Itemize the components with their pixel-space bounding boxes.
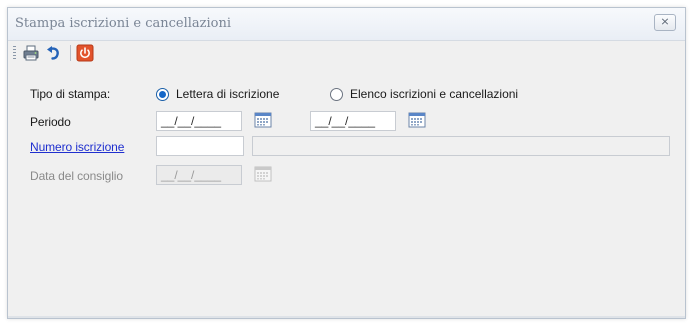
print-button[interactable]: [22, 44, 40, 62]
registration-description-field: [252, 136, 670, 156]
title-bar[interactable]: Stampa iscrizioni e cancellazioni ⨯: [8, 8, 685, 41]
radio-elenco-iscrizioni-label[interactable]: Elenco iscrizioni e cancellazioni: [350, 87, 518, 101]
dialog-window: Stampa iscrizioni e cancellazioni ⨯ Tipo…: [7, 7, 686, 319]
close-icon: ⨯: [660, 16, 670, 28]
period-from-calendar-button[interactable]: [254, 112, 272, 128]
period-to-calendar-button[interactable]: [408, 112, 426, 128]
close-button[interactable]: ⨯: [654, 14, 676, 31]
toolbar-separator: [70, 45, 71, 61]
window-title: Stampa iscrizioni e cancellazioni: [15, 16, 232, 31]
toolbar-grip-icon[interactable]: [13, 46, 16, 60]
radio-elenco-iscrizioni[interactable]: [330, 88, 343, 101]
radio-lettera-iscrizione-label[interactable]: Lettera di iscrizione: [176, 87, 279, 101]
calendar-icon: [254, 112, 272, 128]
exit-button[interactable]: [76, 44, 94, 62]
registration-number-field[interactable]: [156, 136, 244, 156]
calendar-icon: [408, 112, 426, 128]
window-bottom-border: [8, 316, 685, 318]
undo-icon: [47, 46, 59, 60]
power-icon: [76, 44, 94, 62]
radio-lettera-iscrizione[interactable]: [156, 88, 169, 101]
print-icon: [23, 45, 39, 61]
period-from-field[interactable]: __/__/____: [156, 111, 242, 131]
council-date-field: __/__/____: [156, 165, 242, 185]
undo-button[interactable]: [44, 44, 62, 62]
toolbar: [8, 41, 685, 65]
period-label: Periodo: [30, 115, 71, 129]
council-date-calendar-button: [254, 166, 272, 182]
registration-number-link[interactable]: Numero iscrizione: [30, 140, 124, 154]
calendar-icon: [254, 166, 272, 182]
period-to-field[interactable]: __/__/____: [310, 111, 396, 131]
print-type-label: Tipo di stampa:: [30, 87, 111, 101]
council-date-label: Data del consiglio: [30, 169, 123, 183]
